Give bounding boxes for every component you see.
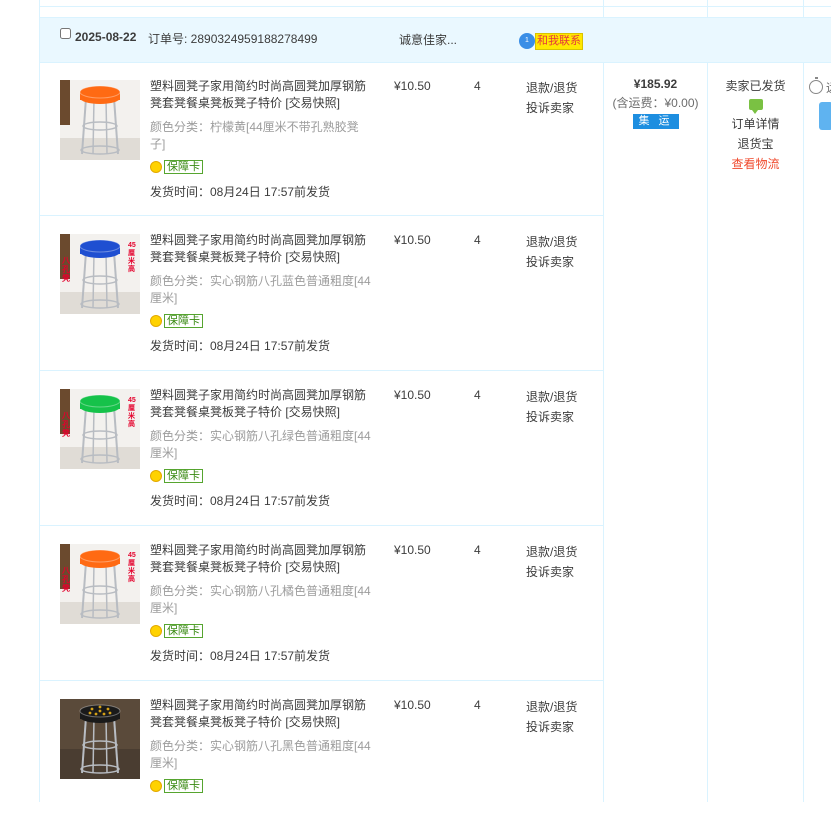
product-title-link[interactable]: 塑料圆凳子家用简约时尚高圆凳加厚钢筋凳套凳餐桌凳板凳子特价 [交易快照] xyxy=(150,78,372,112)
guarantee-bulb-icon xyxy=(150,161,162,173)
order-item-row: 八孔凳 45厘米高 塑料圆凳子家用简约时尚高圆凳加厚钢筋凳套凳餐桌凳板凳子特价 [交… xyxy=(40,216,603,371)
item-actions: 退款/退货 投诉卖家 xyxy=(526,387,577,427)
order-item-row: 塑料圆凳子家用简约时尚高圆凳加厚钢筋凳套凳餐桌凳板凳子特价 [交易快照] 颜色分类… xyxy=(40,681,603,836)
thumbnail-caption-left: 八孔凳 xyxy=(62,256,70,283)
guarantee-card-label: 保障卡 xyxy=(164,160,203,174)
thumbnail-caption-left: 八孔凳 xyxy=(62,566,70,593)
thumbnail-caption-left: 八孔凳 xyxy=(62,411,70,438)
complain-seller-link[interactable]: 投诉卖家 xyxy=(526,717,577,737)
product-title-link[interactable]: 塑料圆凳子家用简约时尚高圆凳加厚钢筋凳套凳餐桌凳板凳子特价 [交易快照] xyxy=(150,387,372,421)
complain-seller-link[interactable]: 投诉卖家 xyxy=(526,562,577,582)
quantity: 4 xyxy=(474,79,481,93)
column-divider xyxy=(803,0,804,802)
thumbnail-caption-right: 45厘米高 xyxy=(128,397,136,428)
refund-return-link[interactable]: 退款/退货 xyxy=(526,78,577,98)
order-header: 2025-08-22 订单号: 2890324959188278499 诚意佳家… xyxy=(40,17,831,63)
extra-status-text: 远 xyxy=(826,79,831,96)
ship-time: 发货时间：08月24日 17:57前发货 xyxy=(150,649,331,663)
guarantee-bulb-icon xyxy=(150,780,162,792)
order-item-row: 八孔凳 45厘米高 塑料圆凳子家用简约时尚高圆凳加厚钢筋凳套凳餐桌凳板凳子特价 [交… xyxy=(40,371,603,526)
guarantee-card-label: 保障卡 xyxy=(164,779,203,793)
complain-seller-link[interactable]: 投诉卖家 xyxy=(526,252,577,272)
item-actions: 退款/退货 投诉卖家 xyxy=(526,542,577,582)
status-text: 卖家已发货 xyxy=(725,79,786,93)
refund-return-link[interactable]: 退款/退货 xyxy=(526,697,577,717)
thumbnail-caption-right: 45厘米高 xyxy=(128,552,136,583)
row-divider xyxy=(39,6,831,7)
timer-icon xyxy=(809,77,823,94)
chat-bubble-icon[interactable] xyxy=(748,99,763,114)
total-amount: ¥185.92 xyxy=(633,77,678,91)
guarantee-card-badge[interactable]: 保障卡 xyxy=(150,469,203,483)
unit-price: ¥10.50 xyxy=(394,698,431,712)
order-total: ¥185.92 (含运费：¥0.00) 集 运 xyxy=(604,76,707,129)
product-sku: 颜色分类：实心钢筋八孔绿色普通粗度[44厘米] xyxy=(150,429,371,460)
quantity: 4 xyxy=(474,698,481,712)
guarantee-card-label: 保障卡 xyxy=(164,469,203,483)
product-sku: 颜色分类：实心钢筋八孔蓝色普通粗度[44厘米] xyxy=(150,274,371,305)
order-item-row: 塑料圆凳子家用简约时尚高圆凳加厚钢筋凳套凳餐桌凳板凳子特价 [交易快照] 颜色分类… xyxy=(40,62,603,217)
ship-time: 发货时间：08月24日 17:57前发货 xyxy=(150,339,331,353)
order-status: 卖家已发货 订单详情 退货宝 查看物流 xyxy=(708,76,803,174)
unit-price: ¥10.50 xyxy=(394,79,431,93)
action-button[interactable] xyxy=(819,102,831,130)
order-item-row: 八孔凳 45厘米高 塑料圆凳子家用简约时尚高圆凳加厚钢筋凳套凳餐桌凳板凳子特价 [交… xyxy=(40,526,603,681)
product-thumbnail[interactable]: 八孔凳 45厘米高 xyxy=(60,544,140,624)
view-logistics-link[interactable]: 查看物流 xyxy=(708,154,803,174)
refund-return-link[interactable]: 退款/退货 xyxy=(526,542,577,562)
guarantee-card-badge[interactable]: 保障卡 xyxy=(150,624,203,638)
product-sku: 颜色分类：实心钢筋八孔黑色普通粗度[44厘米] xyxy=(150,739,371,770)
product-thumbnail[interactable]: 八孔凳 45厘米高 xyxy=(60,234,140,314)
product-thumbnail[interactable]: 八孔凳 45厘米高 xyxy=(60,389,140,469)
item-actions: 退款/退货 投诉卖家 xyxy=(526,78,577,118)
item-actions: 退款/退货 投诉卖家 xyxy=(526,232,577,272)
guarantee-card-label: 保障卡 xyxy=(164,624,203,638)
return-insurance-link[interactable]: 退货宝 xyxy=(708,134,803,154)
product-thumbnail[interactable] xyxy=(60,80,140,160)
contact-seller-button[interactable]: 和我联系 xyxy=(535,33,583,50)
product-title-link[interactable]: 塑料圆凳子家用简约时尚高圆凳加厚钢筋凳套凳餐桌凳板凳子特价 [交易快照] xyxy=(150,232,372,266)
shop-name-link[interactable]: 诚意佳家... xyxy=(399,31,457,48)
guarantee-card-badge[interactable]: 保障卡 xyxy=(150,314,203,328)
item-actions: 退款/退货 投诉卖家 xyxy=(526,697,577,737)
order-select-checkbox[interactable] xyxy=(60,28,71,39)
shipping-fee: (含运费：¥0.00) xyxy=(612,96,699,110)
guarantee-bulb-icon xyxy=(150,315,162,327)
product-sku: 颜色分类：柠檬黄[44厘米不带孔熟胶凳子] xyxy=(150,120,359,151)
unit-price: ¥10.50 xyxy=(394,388,431,402)
thumbnail-caption-right: 45厘米高 xyxy=(128,242,136,273)
ship-time: 发货时间：08月24日 17:57前发货 xyxy=(150,185,331,199)
quantity: 4 xyxy=(474,388,481,402)
product-title-link[interactable]: 塑料圆凳子家用简约时尚高圆凳加厚钢筋凳套凳餐桌凳板凳子特价 [交易快照] xyxy=(150,542,372,576)
guarantee-bulb-icon xyxy=(150,625,162,637)
refund-return-link[interactable]: 退款/退货 xyxy=(526,387,577,407)
product-sku: 颜色分类：实心钢筋八孔橘色普通粗度[44厘米] xyxy=(150,584,371,615)
complain-seller-link[interactable]: 投诉卖家 xyxy=(526,98,577,118)
complain-seller-link[interactable]: 投诉卖家 xyxy=(526,407,577,427)
guarantee-card-label: 保障卡 xyxy=(164,314,203,328)
guarantee-bulb-icon xyxy=(150,470,162,482)
refund-return-link[interactable]: 退款/退货 xyxy=(526,232,577,252)
unit-price: ¥10.50 xyxy=(394,543,431,557)
order-date: 2025-08-22 xyxy=(75,30,137,44)
wangwang-chat-icon[interactable]: 1 xyxy=(519,33,535,49)
order-details-link[interactable]: 订单详情 xyxy=(708,114,803,134)
ship-time: 发货时间：08月24日 17:57前发货 xyxy=(150,494,331,508)
unit-price: ¥10.50 xyxy=(394,233,431,247)
order-number: 订单号: 2890324959188278499 xyxy=(148,32,318,46)
product-title-link[interactable]: 塑料圆凳子家用简约时尚高圆凳加厚钢筋凳套凳餐桌凳板凳子特价 [交易快照] xyxy=(150,697,372,731)
guarantee-card-badge[interactable]: 保障卡 xyxy=(150,160,203,174)
quantity: 4 xyxy=(474,543,481,557)
guarantee-card-badge[interactable]: 保障卡 xyxy=(150,779,203,793)
quantity: 4 xyxy=(474,233,481,247)
consolidated-shipping-tag: 集 运 xyxy=(632,114,679,129)
product-thumbnail[interactable] xyxy=(60,699,140,779)
